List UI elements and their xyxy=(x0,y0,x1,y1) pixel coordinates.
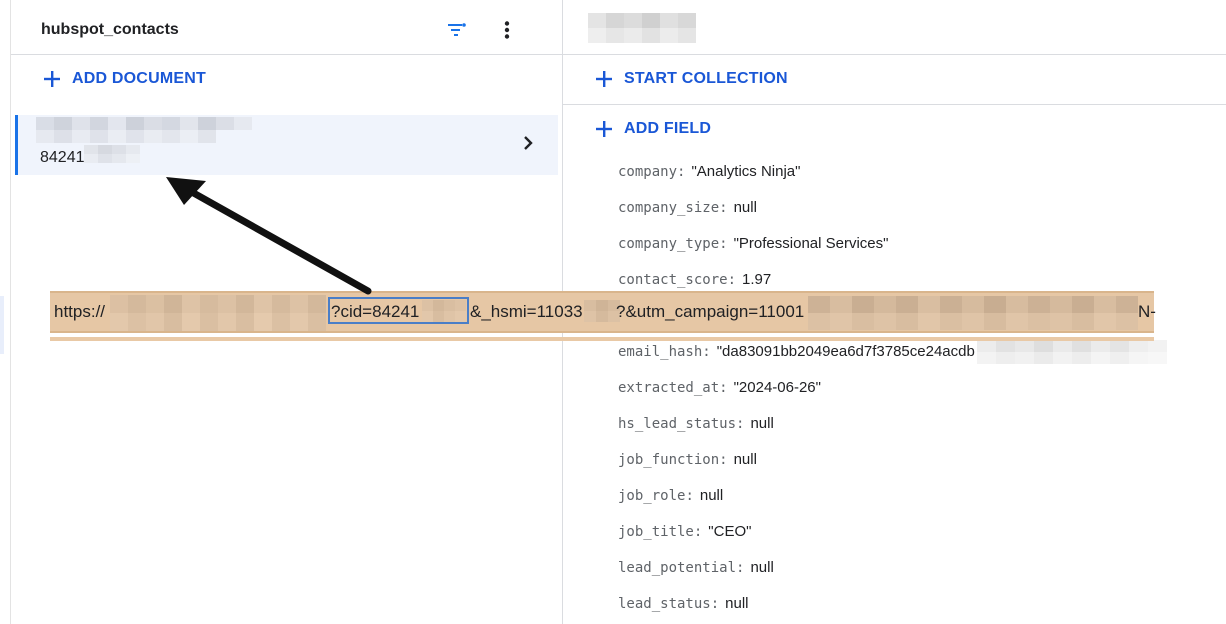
plus-icon xyxy=(44,71,60,87)
filter-list-icon[interactable] xyxy=(447,20,467,40)
field-value: null xyxy=(725,595,749,612)
add-field-label: ADD FIELD xyxy=(624,120,712,137)
field-separator: : xyxy=(719,452,728,468)
document-list-item[interactable]: 84241 xyxy=(15,115,558,175)
field-value: 1.97 xyxy=(742,271,772,288)
field-row[interactable]: company_type: "Professional Services" xyxy=(618,226,1167,262)
field-separator: : xyxy=(710,596,720,612)
field-key: hs_lead_status xyxy=(618,416,737,432)
field-separator: : xyxy=(719,380,728,396)
plus-icon xyxy=(596,121,612,137)
field-value: "Professional Services" xyxy=(733,235,889,252)
document-id-redacted xyxy=(84,145,140,163)
field-row[interactable]: lead_status: null xyxy=(618,586,1167,622)
field-value: null xyxy=(733,199,757,216)
field-key: job_function xyxy=(618,452,720,468)
header-divider xyxy=(11,54,1226,55)
field-key: email_hash xyxy=(618,344,703,360)
add-document-label: ADD DOCUMENT xyxy=(72,70,206,87)
field-value: "CEO" xyxy=(708,523,752,540)
start-collection-button[interactable]: START COLLECTION xyxy=(596,70,788,88)
field-separator: : xyxy=(693,524,703,540)
field-separator: : xyxy=(736,416,745,432)
field-key: company_type xyxy=(618,236,720,252)
field-value: "2024-06-26" xyxy=(733,379,821,396)
field-row[interactable]: job_function: null xyxy=(618,442,1167,478)
field-value: "da83091bb2049ea6d7f3785ce24acdb xyxy=(716,343,975,360)
field-key: company_size xyxy=(618,200,720,216)
field-list: company: "Analytics Ninja" company_size: n… xyxy=(618,154,1167,622)
start-collection-label: START COLLECTION xyxy=(624,70,788,87)
field-separator: : xyxy=(677,164,686,180)
url-hsmi-redacted xyxy=(584,300,620,322)
field-row[interactable]: company: "Analytics Ninja" xyxy=(618,154,1167,190)
collection-divider xyxy=(563,104,1226,105)
url-tail: N- xyxy=(1138,302,1156,321)
add-document-button[interactable]: ADD DOCUMENT xyxy=(44,70,206,88)
field-separator: : xyxy=(719,200,728,216)
chevron-right-icon xyxy=(524,136,533,150)
field-row[interactable]: job_role: null xyxy=(618,478,1167,514)
field-separator: : xyxy=(719,236,728,252)
url-host-redacted xyxy=(110,295,326,331)
field-value: "Analytics Ninja" xyxy=(691,163,801,180)
field-row[interactable]: company_size: null xyxy=(618,190,1167,226)
field-value: null xyxy=(699,487,724,504)
field-separator: : xyxy=(736,560,745,576)
field-separator: : xyxy=(702,344,711,360)
panel-edge xyxy=(10,0,11,624)
field-value: null xyxy=(750,559,774,576)
document-name-redacted xyxy=(36,117,252,143)
plus-icon xyxy=(596,71,612,87)
add-field-button[interactable]: ADD FIELD xyxy=(596,120,711,138)
email-hash-redacted xyxy=(976,340,1167,365)
field-key: lead_potential xyxy=(618,560,737,576)
field-value: null xyxy=(733,451,757,468)
field-key: contact_score xyxy=(618,272,728,288)
url-campaign-redacted xyxy=(808,296,1138,330)
field-separator: : xyxy=(685,488,694,504)
document-path-redacted xyxy=(588,13,696,43)
field-row[interactable]: hs_lead_status: null xyxy=(618,406,1167,442)
field-value: null xyxy=(750,415,774,432)
cid-highlight-box xyxy=(328,297,469,324)
field-key: extracted_at xyxy=(618,380,720,396)
field-row[interactable]: lead_potential: null xyxy=(618,550,1167,586)
field-row[interactable]: extracted_at: "2024-06-26" xyxy=(618,370,1167,406)
url-hsmi-param: &_hsmi=11033 xyxy=(470,302,583,321)
url-campaign-param: ?&utm_campaign=11001 xyxy=(616,302,805,321)
url-highlight-underline xyxy=(50,337,1154,341)
more-vert-icon[interactable] xyxy=(497,20,517,40)
field-key: lead_status xyxy=(618,596,711,612)
collection-title: hubspot_contacts xyxy=(41,21,179,38)
field-key: job_title xyxy=(618,524,694,540)
panel-accent xyxy=(0,296,4,354)
field-row[interactable]: job_title: "CEO" xyxy=(618,514,1167,550)
field-key: company xyxy=(618,164,678,180)
url-scheme: https:// xyxy=(54,302,106,321)
field-key: job_role xyxy=(618,488,686,504)
document-id: 84241 xyxy=(40,149,85,166)
field-separator: : xyxy=(727,272,737,288)
